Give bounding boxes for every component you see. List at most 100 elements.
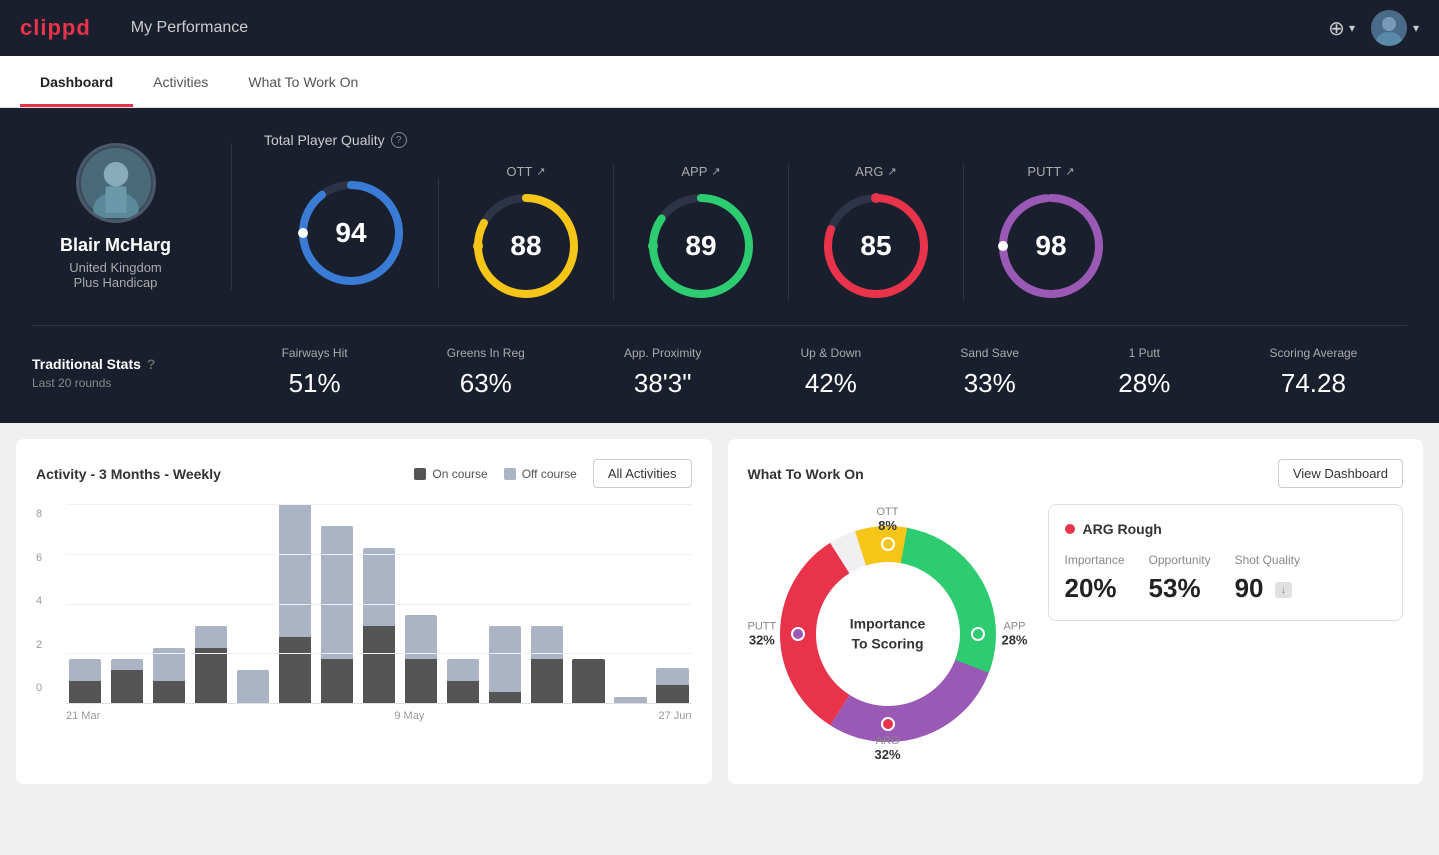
bar-off-course xyxy=(489,626,521,692)
player-handicap: Plus Handicap xyxy=(74,275,158,290)
user-menu[interactable]: ▾ xyxy=(1371,10,1419,46)
putt-label: PUTT↗ xyxy=(1027,164,1074,179)
app-header: clippd My Performance ⊕ ▾ ▾ xyxy=(0,0,1439,56)
donut-wrapper: ImportanceTo Scoring OTT 8% APP 28% AR xyxy=(758,504,1018,764)
hero-section: Blair McHarg United Kingdom Plus Handica… xyxy=(0,108,1439,423)
app-logo: clippd xyxy=(20,15,91,41)
detail-metrics: Importance 20% Opportunity 53% Shot Qual… xyxy=(1065,553,1387,604)
ott-score-value: 88 xyxy=(510,230,541,262)
bar-on-course xyxy=(656,685,688,703)
bar-stack xyxy=(237,670,269,703)
bar-group xyxy=(150,504,188,703)
add-chevron: ▾ xyxy=(1349,21,1355,35)
bar-stack xyxy=(614,692,646,703)
quality-section: Total Player Quality ? 94 xyxy=(232,132,1407,301)
arg-donut-label: ARG 32% xyxy=(874,735,900,762)
bar-on-course xyxy=(531,659,563,703)
arg-score-item: ARG↗ 85 xyxy=(789,164,964,301)
stat-app-proximity: App. Proximity 38'3" xyxy=(624,346,701,399)
ott-label: OTT↗ xyxy=(506,164,545,179)
bar-stack xyxy=(656,668,688,703)
app-ring: 89 xyxy=(646,191,756,301)
bar-group xyxy=(570,504,608,703)
bar-stack xyxy=(111,659,143,703)
bar-off-course xyxy=(111,659,143,670)
stats-subtitle: Last 20 rounds xyxy=(32,376,200,390)
header-title: My Performance xyxy=(131,19,248,37)
chart-wrapper: 8 6 4 2 0 21 Mar 9 xyxy=(36,504,692,722)
view-dashboard-button[interactable]: View Dashboard xyxy=(1278,459,1403,488)
shot-quality-metric: Shot Quality 90 ↓ xyxy=(1235,553,1300,604)
scores-row: 94 OTT↗ 88 xyxy=(264,164,1407,301)
tab-dashboard[interactable]: Dashboard xyxy=(20,56,133,107)
stat-items: Fairways Hit 51% Greens In Reg 63% App. … xyxy=(232,346,1407,399)
wtwo-donut-section: ImportanceTo Scoring OTT 8% APP 28% AR xyxy=(748,504,1028,764)
player-info: Blair McHarg United Kingdom Plus Handica… xyxy=(32,143,232,290)
bar-group xyxy=(402,504,440,703)
bar-group xyxy=(444,504,482,703)
bar-off-course xyxy=(321,526,353,659)
avatar xyxy=(1371,10,1407,46)
bar-group xyxy=(486,504,524,703)
tab-what-to-work-on[interactable]: What To Work On xyxy=(228,56,378,107)
stats-row: Traditional Stats ? Last 20 rounds Fairw… xyxy=(32,326,1407,399)
stats-label-section: Traditional Stats ? Last 20 rounds xyxy=(32,356,232,390)
wtwo-panel-header: What To Work On View Dashboard xyxy=(748,459,1404,488)
bar-off-course xyxy=(69,659,101,681)
bar-group xyxy=(318,504,356,703)
header-actions: ⊕ ▾ ▾ xyxy=(1328,10,1419,46)
activity-controls: On course Off course All Activities xyxy=(414,459,691,488)
bar-group xyxy=(108,504,146,703)
importance-metric: Importance 20% xyxy=(1065,553,1125,604)
bar-stack xyxy=(195,626,227,703)
bar-on-course xyxy=(279,637,311,703)
on-course-dot xyxy=(414,468,426,480)
quality-title: Total Player Quality ? xyxy=(264,132,1407,148)
legend-on-course: On course xyxy=(414,467,487,481)
bar-off-course xyxy=(405,615,437,659)
stats-title: Traditional Stats ? xyxy=(32,356,200,372)
bar-group xyxy=(276,504,314,703)
bar-group xyxy=(360,504,398,703)
bar-on-course xyxy=(321,659,353,703)
wtwo-panel: What To Work On View Dashboard xyxy=(728,439,1424,784)
arg-ring: 85 xyxy=(821,191,931,301)
add-button[interactable]: ⊕ ▾ xyxy=(1328,16,1355,41)
x-axis: 21 Mar 9 May 27 Jun xyxy=(66,710,692,722)
nav-tabs: Dashboard Activities What To Work On xyxy=(0,56,1439,108)
bar-off-course xyxy=(363,548,395,625)
off-course-dot xyxy=(504,468,516,480)
bar-stack xyxy=(69,659,101,703)
bar-group xyxy=(612,504,650,703)
bar-on-course xyxy=(363,626,395,703)
activity-chart-title: Activity - 3 Months - Weekly xyxy=(36,466,221,482)
bar-off-course xyxy=(614,697,646,703)
detail-card: ARG Rough Importance 20% Opportunity 53%… xyxy=(1048,504,1404,621)
bar-stack xyxy=(321,526,353,703)
stats-info-icon: ? xyxy=(147,356,156,372)
arg-label: ARG↗ xyxy=(855,164,896,179)
bar-on-course xyxy=(69,681,101,703)
activity-panel: Activity - 3 Months - Weekly On course O… xyxy=(16,439,712,784)
red-dot-icon xyxy=(1065,524,1075,534)
stat-greens-in-reg: Greens In Reg 63% xyxy=(447,346,525,399)
y-axis: 8 6 4 2 0 xyxy=(36,504,42,698)
wtwo-content: ImportanceTo Scoring OTT 8% APP 28% AR xyxy=(748,504,1404,764)
hero-top: Blair McHarg United Kingdom Plus Handica… xyxy=(32,132,1407,326)
shot-quality-badge: ↓ xyxy=(1275,582,1293,598)
app-label: APP↗ xyxy=(681,164,720,179)
info-icon: ? xyxy=(391,132,407,148)
all-activities-button[interactable]: All Activities xyxy=(593,459,692,488)
bar-stack xyxy=(447,659,479,703)
tab-activities[interactable]: Activities xyxy=(133,56,228,107)
bars-area xyxy=(66,504,692,704)
putt-donut-label: PUTT 32% xyxy=(748,621,777,648)
bar-on-course xyxy=(489,692,521,703)
wtwo-detail: ARG Rough Importance 20% Opportunity 53%… xyxy=(1048,504,1404,764)
ott-donut-label: OTT 8% xyxy=(877,506,899,533)
bar-group xyxy=(234,504,272,703)
app-score-value: 89 xyxy=(685,230,716,262)
stat-sand-save: Sand Save 33% xyxy=(960,346,1019,399)
bar-off-course xyxy=(447,659,479,681)
bar-off-course xyxy=(279,504,311,637)
